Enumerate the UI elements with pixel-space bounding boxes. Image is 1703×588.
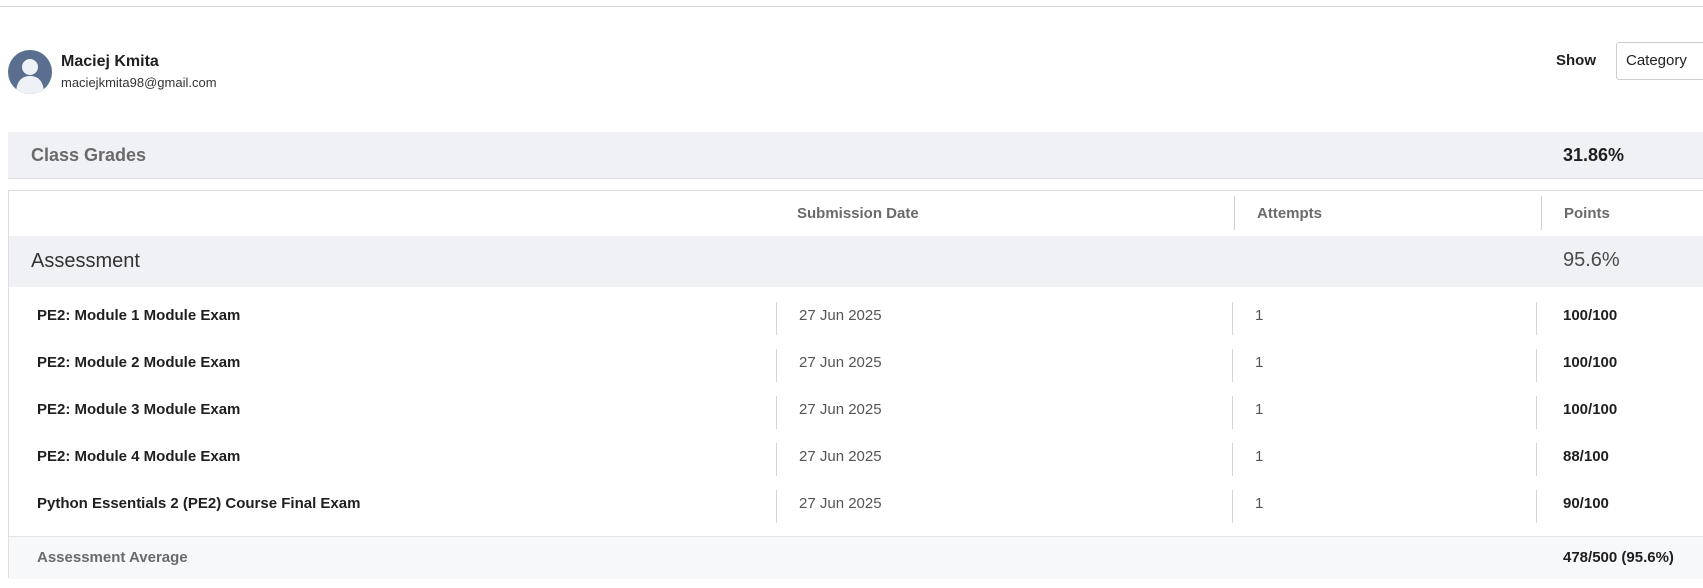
- submission-date: 27 Jun 2025: [799, 307, 882, 324]
- cell-divider: [1536, 443, 1537, 476]
- cell-divider: [776, 443, 777, 476]
- grades-page: Maciej Kmita maciejkmita98@gmail.com Sho…: [0, 0, 1703, 588]
- average-label: Assessment Average: [37, 549, 188, 566]
- cell-divider: [776, 349, 777, 382]
- points-value: 88/100: [1563, 448, 1609, 465]
- user-email: maciejkmita98@gmail.com: [61, 75, 217, 90]
- grades-table: Submission Date Attempts Points Assessme…: [8, 190, 1703, 579]
- cell-divider: [1232, 396, 1233, 429]
- attempts-count: 1: [1255, 307, 1264, 324]
- points-value: 90/100: [1563, 495, 1609, 512]
- cell-divider: [1232, 349, 1233, 382]
- class-grades-bar: Class Grades 31.86%: [8, 132, 1703, 179]
- cell-divider: [1536, 490, 1537, 523]
- category-row: Assessment 95.6%: [9, 236, 1703, 287]
- category-select[interactable]: Category: [1616, 42, 1703, 80]
- cell-divider: [1232, 302, 1233, 335]
- user-info: Maciej Kmita maciejkmita98@gmail.com: [8, 50, 217, 94]
- table-row[interactable]: PE2: Module 2 Module Exam 27 Jun 2025 1 …: [9, 340, 1703, 387]
- assignment-name[interactable]: PE2: Module 1 Module Exam: [37, 307, 240, 324]
- column-header-points[interactable]: Points: [1564, 205, 1610, 222]
- user-name: Maciej Kmita: [61, 53, 159, 70]
- assignment-name[interactable]: PE2: Module 2 Module Exam: [37, 354, 240, 371]
- class-grades-label: Class Grades: [31, 145, 147, 165]
- attempts-count: 1: [1255, 495, 1264, 512]
- header-divider: [1234, 196, 1235, 230]
- header-divider: [1541, 196, 1542, 230]
- category-percent: 95.6%: [1563, 249, 1620, 271]
- attempts-count: 1: [1255, 354, 1264, 371]
- points-value: 100/100: [1563, 401, 1618, 418]
- assignment-name[interactable]: PE2: Module 4 Module Exam: [37, 448, 240, 465]
- attempts-count: 1: [1255, 448, 1264, 465]
- user-silhouette-icon: [16, 59, 44, 94]
- category-name: Assessment: [31, 250, 140, 272]
- table-row[interactable]: PE2: Module 4 Module Exam 27 Jun 2025 1 …: [9, 434, 1703, 481]
- column-header-submission-date[interactable]: Submission Date: [797, 205, 919, 222]
- top-divider: [0, 6, 1703, 7]
- attempts-count: 1: [1255, 401, 1264, 418]
- submission-date: 27 Jun 2025: [799, 401, 882, 418]
- submission-date: 27 Jun 2025: [799, 354, 882, 371]
- show-label: Show: [1556, 52, 1596, 69]
- cell-divider: [1536, 349, 1537, 382]
- table-row[interactable]: PE2: Module 1 Module Exam 27 Jun 2025 1 …: [9, 293, 1703, 340]
- table-row[interactable]: PE2: Module 3 Module Exam 27 Jun 2025 1 …: [9, 387, 1703, 434]
- table-row[interactable]: Python Essentials 2 (PE2) Course Final E…: [9, 481, 1703, 528]
- cell-divider: [1232, 443, 1233, 476]
- avatar: [8, 50, 52, 94]
- average-row: Assessment Average 478/500 (95.6%): [9, 536, 1703, 579]
- cell-divider: [1536, 302, 1537, 335]
- cell-divider: [776, 490, 777, 523]
- cell-divider: [1232, 490, 1233, 523]
- average-value: 478/500 (95.6%): [1563, 549, 1674, 566]
- points-value: 100/100: [1563, 307, 1618, 324]
- points-value: 100/100: [1563, 354, 1618, 371]
- column-header-attempts[interactable]: Attempts: [1257, 205, 1322, 222]
- cell-divider: [776, 396, 777, 429]
- assignment-name[interactable]: PE2: Module 3 Module Exam: [37, 401, 240, 418]
- cell-divider: [776, 302, 777, 335]
- class-grades-value: 31.86%: [1563, 145, 1625, 165]
- assignment-name[interactable]: Python Essentials 2 (PE2) Course Final E…: [37, 495, 360, 512]
- submission-date: 27 Jun 2025: [799, 448, 882, 465]
- cell-divider: [1536, 396, 1537, 429]
- submission-date: 27 Jun 2025: [799, 495, 882, 512]
